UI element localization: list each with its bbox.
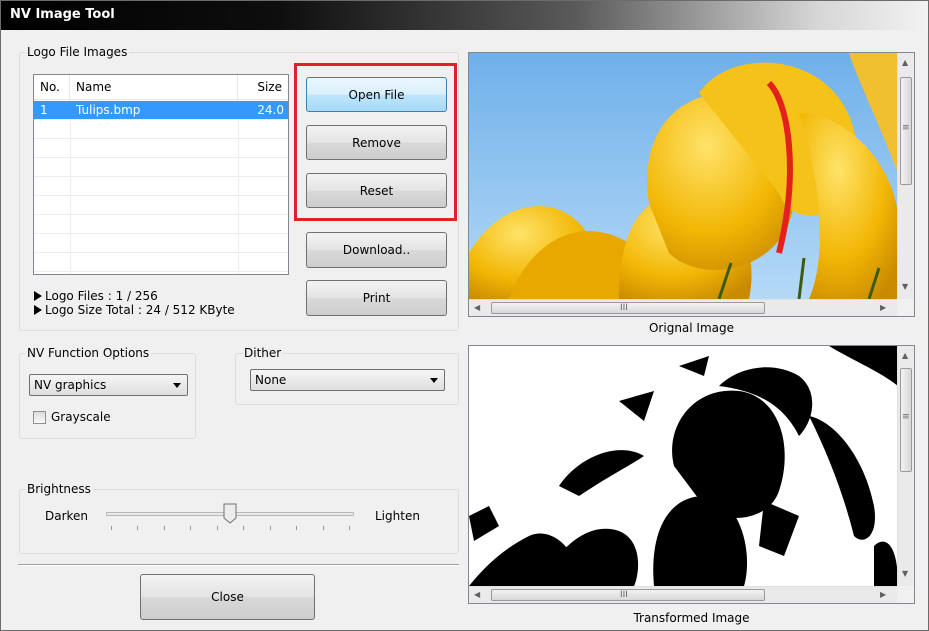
slider-tick [137, 526, 138, 530]
dither-value: None [255, 373, 287, 387]
scroll-corner [897, 299, 914, 316]
nv-function-options-group [19, 353, 196, 439]
list-header: No. Name Size [34, 75, 288, 100]
slider-tick [111, 526, 112, 530]
transformed-horizontal-scrollbar[interactable]: ◀ III ▶ [469, 586, 898, 603]
slider-tick [190, 526, 191, 530]
column-name[interactable]: Name [70, 75, 238, 100]
transformed-vertical-scrollbar[interactable]: ▲ ≡ ▼ [897, 346, 914, 586]
triangle-icon [34, 291, 42, 301]
column-size[interactable]: Size [238, 75, 288, 100]
close-button[interactable]: Close [140, 574, 315, 620]
nv-function-select[interactable]: NV graphics [29, 374, 188, 396]
column-divider [238, 120, 239, 274]
chevron-down-icon [173, 383, 181, 388]
slider-tick [270, 526, 271, 530]
empty-row [34, 234, 288, 253]
original-vertical-scrollbar[interactable]: ▲ ≡ ▼ [897, 53, 914, 299]
empty-row [34, 139, 288, 158]
scroll-left-icon[interactable]: ◀ [474, 303, 480, 313]
download-button[interactable]: Download.. [306, 232, 447, 268]
grayscale-label: Grayscale [51, 410, 111, 424]
vertical-scroll-thumb[interactable]: ≡ [900, 77, 912, 185]
grip-icon: ≡ [902, 412, 910, 422]
logo-files-count: Logo Files : 1 / 256 [34, 289, 158, 303]
slider-tick [323, 526, 324, 530]
transformed-image-caption: Transformed Image [633, 611, 750, 625]
slider-tick [296, 526, 297, 530]
empty-row [34, 120, 288, 139]
original-horizontal-scrollbar[interactable]: ◀ III ▶ [469, 299, 898, 316]
row-name: Tulips.bmp [76, 103, 141, 117]
scroll-up-icon[interactable]: ▲ [902, 58, 908, 68]
logo-size-total: Logo Size Total : 24 / 512 KByte [34, 303, 235, 317]
dither-select[interactable]: None [250, 369, 445, 391]
scroll-up-icon[interactable]: ▲ [902, 351, 908, 361]
horizontal-scroll-thumb[interactable]: III [491, 302, 765, 314]
grip-icon: ≡ [902, 123, 910, 133]
triangle-icon [34, 305, 42, 315]
column-divider [70, 120, 71, 274]
slider-tick [243, 526, 244, 530]
logo-file-images-label: Logo File Images [25, 45, 130, 59]
darken-label: Darken [45, 509, 89, 523]
horizontal-scroll-thumb[interactable]: III [491, 589, 765, 601]
slider-tick [349, 526, 350, 530]
logo-files-text: Logo Files : 1 / 256 [45, 289, 158, 303]
list-row[interactable]: 1 Tulips.bmp 24.0 [34, 101, 288, 120]
dither-label: Dither [242, 346, 284, 360]
nv-function-options-label: NV Function Options [25, 346, 152, 360]
scroll-right-icon[interactable]: ▶ [880, 303, 886, 313]
row-size: 24.0 [257, 103, 284, 117]
slider-tick [217, 526, 218, 530]
transformed-image [469, 346, 898, 586]
scroll-right-icon[interactable]: ▶ [880, 590, 886, 600]
highlight-box [294, 63, 457, 221]
nv-function-value: NV graphics [34, 378, 107, 392]
scroll-down-icon[interactable]: ▼ [902, 569, 908, 579]
empty-row [34, 196, 288, 215]
grayscale-checkbox[interactable] [33, 411, 46, 424]
scroll-down-icon[interactable]: ▼ [902, 282, 908, 292]
window-title: NV Image Tool [10, 7, 115, 22]
brightness-label: Brightness [25, 482, 93, 496]
nv-image-tool-window: NV Image Tool Logo File Images No. Name … [0, 0, 929, 631]
logo-file-list[interactable]: No. Name Size 1 Tulips.bmp 24.0 [33, 74, 289, 275]
title-bar[interactable]: NV Image Tool [1, 1, 928, 30]
separator-line [18, 564, 459, 566]
original-image-panel[interactable]: ▲ ≡ ▼ ◀ III ▶ [468, 52, 915, 317]
lighten-label: Lighten [375, 509, 420, 523]
column-no[interactable]: No. [34, 75, 70, 100]
original-image-caption: Orignal Image [648, 321, 735, 335]
grip-icon: III [620, 590, 628, 600]
logo-size-text: Logo Size Total : 24 / 512 KByte [45, 303, 235, 317]
empty-row [34, 215, 288, 234]
grip-icon: III [620, 303, 628, 313]
empty-row [34, 177, 288, 196]
tulips-image [469, 53, 898, 299]
vertical-scroll-thumb[interactable]: ≡ [900, 368, 912, 472]
scroll-corner [897, 586, 914, 603]
print-button[interactable]: Print [306, 280, 447, 316]
scroll-left-icon[interactable]: ◀ [474, 590, 480, 600]
brightness-slider-thumb[interactable] [223, 503, 237, 524]
empty-row [34, 158, 288, 177]
row-no: 1 [40, 103, 48, 117]
chevron-down-icon [430, 378, 438, 383]
empty-row [34, 253, 288, 272]
transformed-image-panel[interactable]: ▲ ≡ ▼ ◀ III ▶ [468, 345, 915, 604]
slider-tick [164, 526, 165, 530]
